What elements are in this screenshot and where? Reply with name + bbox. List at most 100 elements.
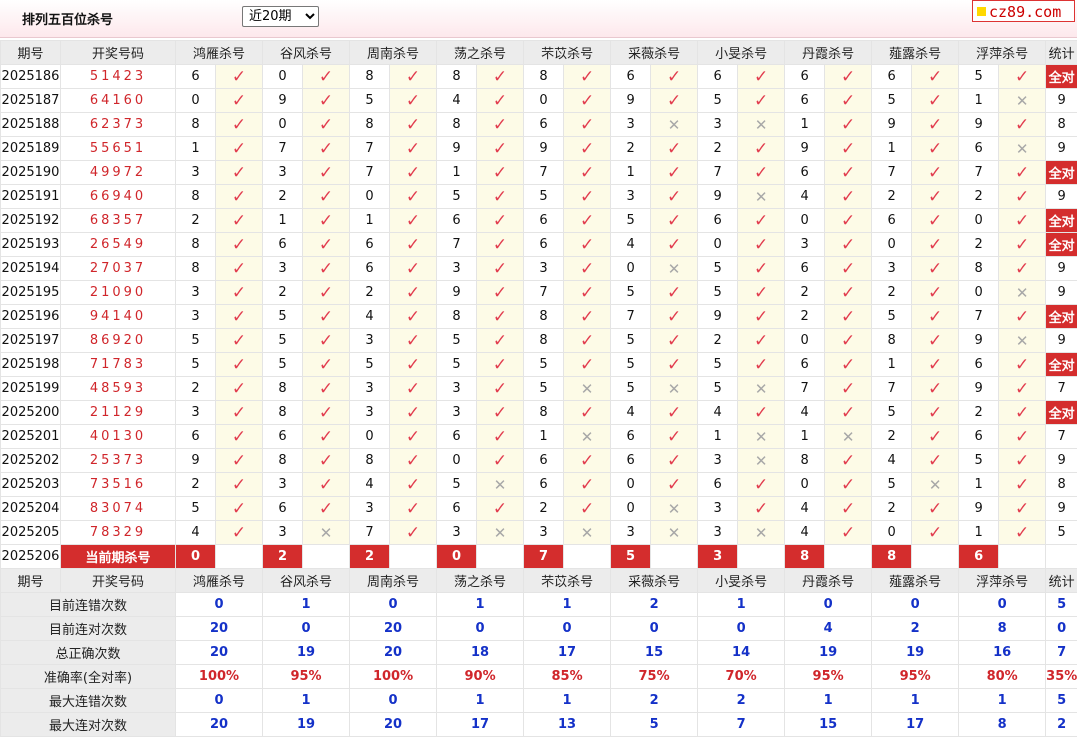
summary-value: 1 bbox=[524, 593, 611, 617]
summary-value: 14 bbox=[698, 641, 785, 665]
result-mark-cell: ✓ bbox=[999, 401, 1046, 425]
stat-count-cell: 9 bbox=[1046, 329, 1077, 353]
check-icon: ✓ bbox=[232, 499, 246, 519]
result-mark-cell: ✓ bbox=[564, 281, 611, 305]
check-icon: ✓ bbox=[928, 499, 942, 519]
check-icon: ✓ bbox=[406, 283, 420, 303]
kill-value-cell: 1 bbox=[698, 425, 738, 449]
result-mark-cell: ✓ bbox=[825, 137, 872, 161]
table-row: 2025192683572✓1✓1✓6✓6✓5✓6✓0✓6✓0✓全对 bbox=[1, 209, 1077, 233]
kill-value-cell: 7 bbox=[524, 281, 564, 305]
draw-number-cell: 78329 bbox=[61, 521, 176, 545]
kill-value-cell: 6 bbox=[437, 497, 477, 521]
kill-value-cell: 3 bbox=[263, 521, 303, 545]
kill-value-cell: 9 bbox=[437, 281, 477, 305]
table-row: 2025188623738✓0✓8✓8✓6✓3✕3✕1✓9✓9✓8 bbox=[1, 113, 1077, 137]
result-mark-cell: ✓ bbox=[651, 401, 698, 425]
check-icon: ✓ bbox=[667, 187, 681, 207]
result-mark-cell: ✕ bbox=[738, 521, 785, 545]
check-icon: ✓ bbox=[1015, 451, 1029, 471]
kill-value-cell: 4 bbox=[437, 89, 477, 113]
bottom-header-row: 期号开奖号码鸿雁杀号谷风杀号周南杀号荡之杀号芣苡杀号采薇杀号小旻杀号丹霞杀号薤露… bbox=[1, 569, 1077, 593]
current-kill-value: 8 bbox=[785, 545, 825, 569]
current-period-cell: 2025206 bbox=[1, 545, 61, 569]
check-icon: ✓ bbox=[406, 139, 420, 159]
check-icon: ✓ bbox=[1015, 523, 1029, 543]
result-mark-cell: ✓ bbox=[477, 281, 524, 305]
kill-value-cell: 8 bbox=[176, 113, 216, 137]
period-cell: 2025196 bbox=[1, 305, 61, 329]
check-icon: ✓ bbox=[319, 91, 333, 111]
check-icon: ✓ bbox=[232, 211, 246, 231]
check-icon: ✓ bbox=[1015, 307, 1029, 327]
summary-value: 17 bbox=[872, 713, 959, 737]
result-mark-cell: ✓ bbox=[216, 137, 263, 161]
col-header-expert: 荡之杀号 bbox=[437, 41, 524, 65]
kill-value-cell: 5 bbox=[872, 473, 912, 497]
result-mark-cell: ✕ bbox=[999, 329, 1046, 353]
kill-value-cell: 5 bbox=[350, 89, 390, 113]
check-icon: ✓ bbox=[580, 331, 594, 351]
kill-value-cell: 6 bbox=[785, 89, 825, 113]
result-mark-cell: ✕ bbox=[912, 473, 959, 497]
check-icon: ✓ bbox=[841, 235, 855, 255]
draw-number-cell: 21129 bbox=[61, 401, 176, 425]
kill-value-cell: 1 bbox=[176, 137, 216, 161]
check-icon: ✓ bbox=[1015, 187, 1029, 207]
kill-value-cell: 2 bbox=[350, 281, 390, 305]
result-mark-cell: ✓ bbox=[564, 161, 611, 185]
col-header-expert: 周南杀号 bbox=[350, 569, 437, 593]
col-header-expert: 芣苡杀号 bbox=[524, 41, 611, 65]
check-icon: ✓ bbox=[493, 283, 507, 303]
all-correct-badge: 全对 bbox=[1046, 305, 1077, 329]
result-mark-cell: ✓ bbox=[390, 113, 437, 137]
check-icon: ✓ bbox=[754, 211, 768, 231]
kill-value-cell: 9 bbox=[959, 377, 999, 401]
result-mark-cell: ✕ bbox=[477, 473, 524, 497]
draw-number-cell: 94140 bbox=[61, 305, 176, 329]
check-icon: ✓ bbox=[928, 403, 942, 423]
result-mark-cell: ✓ bbox=[825, 521, 872, 545]
result-mark-cell: ✓ bbox=[477, 305, 524, 329]
period-select[interactable]: 近20期 bbox=[242, 6, 319, 27]
result-mark-cell: ✓ bbox=[999, 257, 1046, 281]
result-mark-cell: ✓ bbox=[651, 233, 698, 257]
result-mark-cell: ✓ bbox=[390, 161, 437, 185]
kill-value-cell: 8 bbox=[176, 185, 216, 209]
result-mark-cell: ✓ bbox=[216, 185, 263, 209]
summary-value: 0 bbox=[176, 593, 263, 617]
result-mark-cell: ✓ bbox=[390, 329, 437, 353]
table-row: 2025196941403✓5✓4✓8✓8✓7✓9✓2✓5✓7✓全对 bbox=[1, 305, 1077, 329]
result-mark-cell: ✓ bbox=[564, 449, 611, 473]
kill-value-cell: 4 bbox=[350, 305, 390, 329]
check-icon: ✓ bbox=[580, 139, 594, 159]
kill-value-cell: 3 bbox=[263, 161, 303, 185]
site-logo[interactable]: cz89.com bbox=[972, 0, 1075, 22]
result-mark-cell: ✓ bbox=[825, 65, 872, 89]
check-icon: ✓ bbox=[928, 451, 942, 471]
kill-value-cell: 5 bbox=[959, 449, 999, 473]
check-icon: ✓ bbox=[493, 67, 507, 87]
summary-value: 2 bbox=[872, 617, 959, 641]
period-cell: 2025188 bbox=[1, 113, 61, 137]
kill-value-cell: 2 bbox=[263, 185, 303, 209]
result-mark-cell: ✓ bbox=[303, 113, 350, 137]
summary-label: 目前连错次数 bbox=[1, 593, 176, 617]
kill-value-cell: 0 bbox=[785, 329, 825, 353]
check-icon: ✓ bbox=[667, 475, 681, 495]
check-icon: ✓ bbox=[406, 115, 420, 135]
check-icon: ✓ bbox=[493, 451, 507, 471]
kill-value-cell: 6 bbox=[698, 65, 738, 89]
check-icon: ✓ bbox=[1015, 499, 1029, 519]
kill-value-cell: 5 bbox=[437, 353, 477, 377]
col-header-expert: 丹霞杀号 bbox=[785, 569, 872, 593]
check-icon: ✓ bbox=[232, 475, 246, 495]
check-icon: ✓ bbox=[580, 163, 594, 183]
col-header-draw: 开奖号码 bbox=[61, 41, 176, 65]
result-mark-cell: ✓ bbox=[216, 377, 263, 401]
summary-value: 20 bbox=[350, 641, 437, 665]
result-mark-cell: ✓ bbox=[477, 497, 524, 521]
summary-value: 1 bbox=[263, 593, 350, 617]
draw-number-cell: 48593 bbox=[61, 377, 176, 401]
check-icon: ✓ bbox=[667, 427, 681, 447]
